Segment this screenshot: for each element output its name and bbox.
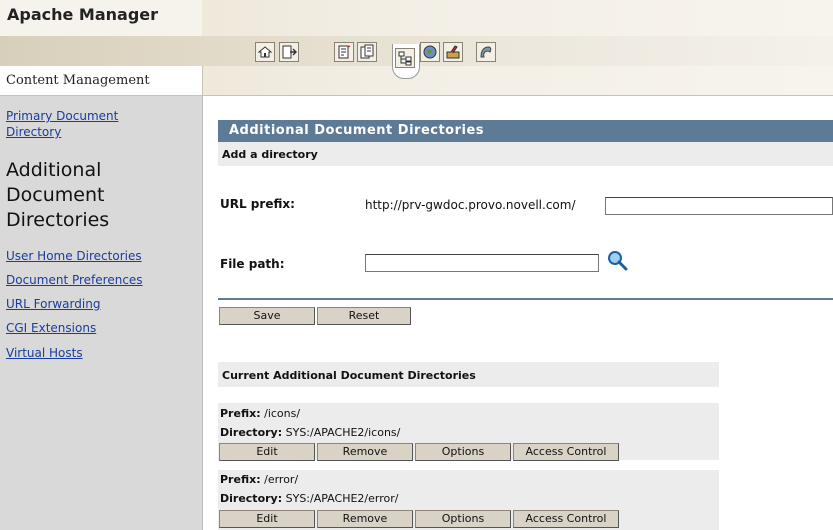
remove-button[interactable]: Remove [317, 510, 413, 528]
access-control-button[interactable]: Access Control [513, 510, 619, 528]
reset-button[interactable]: Reset [317, 307, 411, 325]
url-prefix-label: URL prefix: [220, 197, 295, 211]
access-control-button[interactable]: Access Control [513, 443, 619, 461]
documents-icon[interactable] [357, 42, 377, 62]
entry-directory: Directory: SYS:/APACHE2/error/ [220, 492, 399, 505]
entry-directory: Directory: SYS:/APACHE2/icons/ [220, 426, 401, 439]
sidebar-item-virtual-hosts[interactable]: Virtual Hosts [6, 345, 83, 361]
panel-title-bar: Additional Document Directories [218, 120, 833, 142]
page-title: Additional Document Directories [229, 123, 485, 138]
subhead: Add a directory [222, 148, 318, 161]
sidebar-current-item: Additional Document Directories [6, 159, 110, 231]
section-title: Content Management [6, 73, 150, 88]
sidebar-item-url-forwarding[interactable]: URL Forwarding [6, 296, 100, 312]
app-title: Apache Manager [7, 5, 159, 24]
sidebar-item-user-home-directories[interactable]: User Home Directories [6, 248, 142, 264]
file-path-input[interactable] [365, 254, 599, 272]
list-title: Current Additional Document Directories [222, 369, 476, 382]
remove-button[interactable]: Remove [317, 443, 413, 461]
options-button[interactable]: Options [415, 510, 511, 528]
options-button[interactable]: Options [415, 443, 511, 461]
tree-icon[interactable] [395, 48, 415, 68]
entry-prefix: Prefix: /icons/ [220, 407, 301, 420]
sidebar-item-document-preferences[interactable]: Document Preferences [6, 272, 143, 288]
sidebar-item-label: Directory [6, 125, 62, 139]
file-path-label: File path: [220, 257, 285, 271]
sidebar-item-cgi-extensions[interactable]: CGI Extensions [6, 320, 96, 336]
url-prefix-base: http://prv-gwdoc.provo.novell.com/ [365, 198, 576, 212]
sidebar: Primary Document Directory Additional Do… [0, 96, 203, 530]
exit-icon[interactable] [279, 42, 299, 62]
directories-list-header: Current Additional Document Directories [218, 362, 719, 387]
tools-icon[interactable] [443, 42, 463, 62]
edit-button[interactable]: Edit [219, 510, 315, 528]
document-icon[interactable] [334, 42, 354, 62]
logo-icon[interactable] [476, 42, 496, 62]
save-button[interactable]: Save [219, 307, 315, 325]
entry-prefix: Prefix: /error/ [220, 473, 299, 486]
section-divider [218, 298, 833, 300]
globe-icon[interactable] [420, 42, 440, 62]
edit-button[interactable]: Edit [219, 443, 315, 461]
section-title-area: Content Management [0, 66, 203, 95]
subhead-bar: Add a directory [218, 142, 833, 166]
sidebar-item-primary-document-directory[interactable]: Primary Document Directory [6, 108, 118, 140]
app-title-area: Apache Manager [0, 0, 202, 36]
url-prefix-input[interactable] [605, 197, 833, 215]
home-icon[interactable] [255, 42, 275, 62]
browse-search-icon[interactable] [606, 249, 628, 271]
sidebar-item-label: Primary Document [6, 109, 119, 123]
